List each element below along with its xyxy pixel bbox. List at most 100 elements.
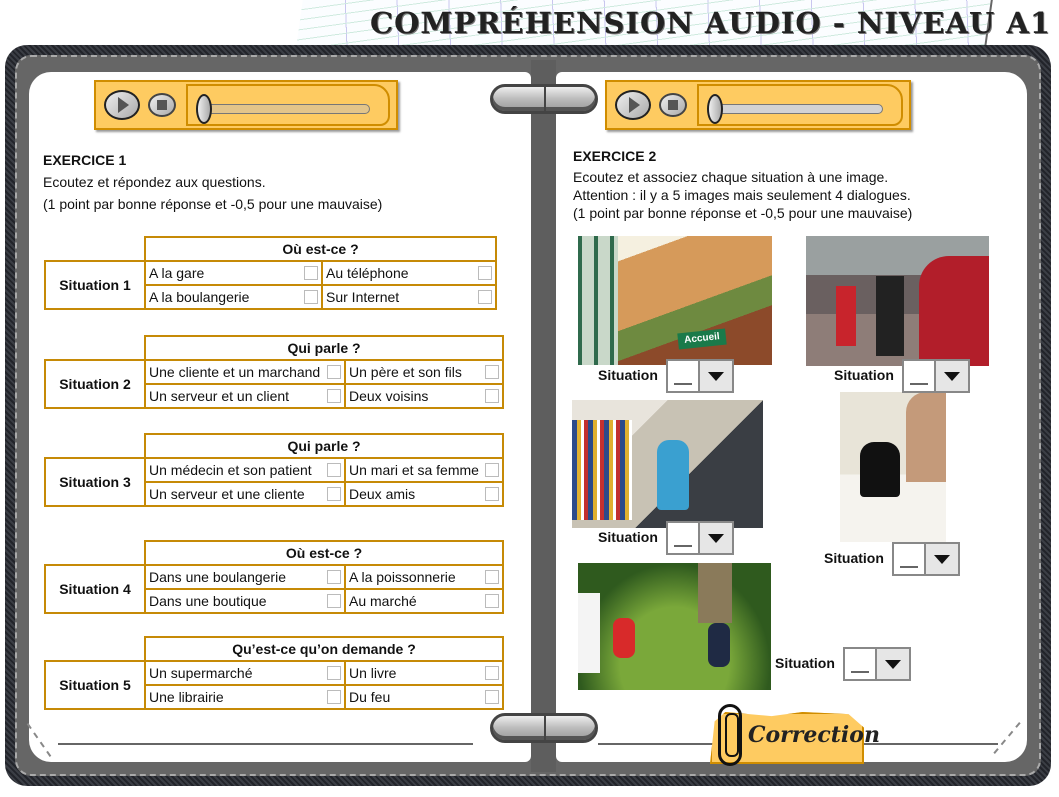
situation-label: Situation — [775, 655, 835, 671]
situation-label: Situation — [824, 550, 884, 566]
stop-icon — [157, 100, 167, 110]
binder-spine — [531, 60, 556, 772]
dropdown-arrow-icon — [708, 371, 724, 381]
option-label: Deux voisins — [349, 388, 429, 404]
answer-option: Une cliente et un marchand — [149, 364, 341, 380]
progress-area — [697, 84, 903, 126]
answer-checkbox[interactable] — [327, 365, 341, 379]
answer-checkbox[interactable] — [304, 290, 318, 304]
exercise-1-title: EXERCICE 1 — [43, 152, 127, 168]
option-label: Une librairie — [149, 689, 224, 705]
answer-option: Au téléphone — [326, 265, 492, 281]
situation-3-table: Qui parle ? Situation 3 Un médecin et son … — [44, 433, 504, 507]
situation-select-1[interactable] — [666, 359, 734, 393]
answer-checkbox[interactable] — [485, 594, 499, 608]
situation-label: Situation 5 — [44, 660, 146, 710]
option-label: A la poissonnerie — [349, 569, 456, 585]
answer-checkbox[interactable] — [304, 266, 318, 280]
situation-select-3[interactable] — [666, 521, 734, 555]
play-icon — [118, 97, 129, 113]
answer-checkbox[interactable] — [485, 570, 499, 584]
answer-checkbox[interactable] — [327, 666, 341, 680]
photo-reception-desk: Accueil — [578, 236, 772, 365]
answer-checkbox[interactable] — [327, 487, 341, 501]
answer-option: Un père et son fils — [349, 364, 499, 380]
photo-street-band — [806, 236, 989, 366]
exercise-2-title: EXERCICE 2 — [573, 148, 657, 164]
stop-icon — [668, 100, 678, 110]
option-label: Du feu — [349, 689, 391, 705]
answer-option: Une librairie — [149, 689, 341, 705]
answer-checkbox[interactable] — [485, 365, 499, 379]
option-label: Sur Internet — [326, 289, 400, 305]
progress-slider-knob[interactable] — [196, 94, 212, 124]
accueil-sign: Accueil — [677, 328, 727, 350]
play-button[interactable] — [104, 90, 140, 120]
answer-option: Du feu — [349, 689, 499, 705]
exercise-2-instruction: Ecoutez et associez chaque situation à u… — [573, 169, 889, 185]
paperclip-icon — [718, 704, 742, 766]
question-header: Qu’est-ce qu’on demande ? — [144, 636, 504, 662]
answer-checkbox[interactable] — [485, 666, 499, 680]
answer-option: A la poissonnerie — [349, 569, 499, 585]
exercise-1-scoring: (1 point par bonne réponse et -0,5 pour … — [43, 196, 383, 212]
answer-checkbox[interactable] — [327, 594, 341, 608]
situation-select-5[interactable] — [843, 647, 911, 681]
answer-checkbox[interactable] — [327, 570, 341, 584]
play-icon — [629, 97, 640, 113]
stop-button[interactable] — [659, 93, 687, 117]
question-header: Où est-ce ? — [144, 540, 504, 566]
option-label: A la boulangerie — [149, 289, 250, 305]
binder-ring-bottom — [490, 713, 598, 743]
progress-track[interactable] — [713, 104, 883, 114]
dropdown-arrow-icon — [934, 554, 950, 564]
situation-2-table: Qui parle ? Situation 2 Une cliente et un … — [44, 335, 504, 409]
play-button[interactable] — [615, 90, 651, 120]
option-label: Deux amis — [349, 486, 416, 502]
situation-select-4[interactable] — [892, 542, 960, 576]
situation-1-table: Où est-ce ? Situation 1A la gare Au téléph… — [44, 236, 497, 310]
situation-5-table: Qu’est-ce qu’on demande ? Situation 5 Un s… — [44, 636, 504, 710]
answer-checkbox[interactable] — [327, 463, 341, 477]
answer-checkbox[interactable] — [485, 690, 499, 704]
answer-checkbox[interactable] — [327, 389, 341, 403]
option-label: Une cliente et un marchand — [149, 364, 321, 380]
selected-value — [904, 361, 936, 391]
binder-ring-top — [490, 84, 598, 114]
situation-label: Situation 1 — [44, 260, 146, 310]
answer-option: Dans une boutique — [149, 593, 341, 609]
page-title: COMPRÉHENSION AUDIO - NIVEAU A1 — [370, 6, 1052, 40]
progress-slider-knob[interactable] — [707, 94, 723, 124]
situation-label: Situation — [598, 367, 658, 383]
question-header: Où est-ce ? — [144, 236, 497, 262]
dropdown-arrow-icon — [708, 533, 724, 543]
answer-checkbox[interactable] — [485, 389, 499, 403]
exercise-2-scoring: (1 point par bonne réponse et -0,5 pour … — [573, 205, 913, 221]
answer-checkbox[interactable] — [327, 690, 341, 704]
progress-track[interactable] — [202, 104, 370, 114]
option-label: Au marché — [349, 593, 417, 609]
selected-value — [845, 649, 877, 679]
exercise-2-attention: Attention : il y a 5 images mais seuleme… — [573, 187, 911, 203]
selected-value — [668, 523, 700, 553]
answer-option: Un mari et sa femme — [349, 462, 499, 478]
photo-picnic-group — [578, 563, 771, 690]
option-label: Dans une boutique — [149, 593, 267, 609]
answer-checkbox[interactable] — [478, 266, 492, 280]
option-label: Dans une boulangerie — [149, 569, 286, 585]
page-bottom-line — [58, 743, 473, 745]
audio-player-2 — [605, 80, 911, 130]
option-label: Un père et son fils — [349, 364, 462, 380]
answer-checkbox[interactable] — [485, 487, 499, 501]
answer-option: Un livre — [349, 665, 499, 681]
exercise-1-instruction: Ecoutez et répondez aux questions. — [43, 174, 266, 190]
correction-label[interactable]: Correction — [748, 722, 880, 748]
situation-label: Situation 3 — [44, 457, 146, 507]
answer-option: A la gare — [149, 265, 318, 281]
option-label: Un supermarché — [149, 665, 253, 681]
answer-checkbox[interactable] — [485, 463, 499, 477]
stop-button[interactable] — [148, 93, 176, 117]
answer-option: Un serveur et un client — [149, 388, 341, 404]
answer-checkbox[interactable] — [478, 290, 492, 304]
situation-select-2[interactable] — [902, 359, 970, 393]
